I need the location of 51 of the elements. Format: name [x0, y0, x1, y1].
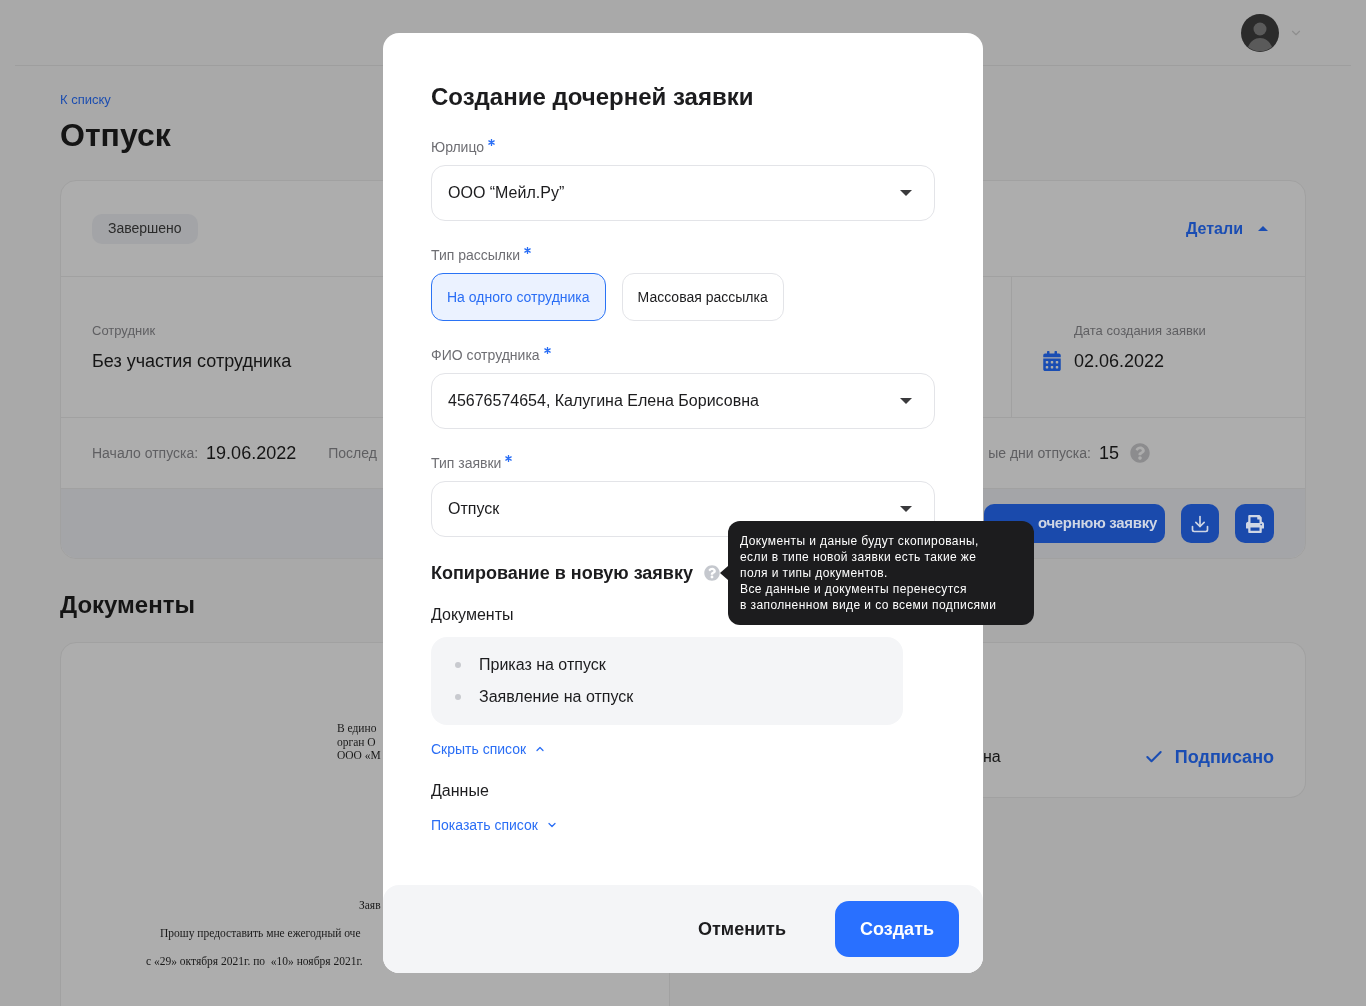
field-label: Юрлицо	[431, 138, 485, 157]
field-label: Послед	[328, 444, 377, 463]
toggle-list-link[interactable]: Скрыть список	[431, 739, 547, 759]
document-name: на	[983, 747, 1001, 767]
option-button[interactable]: Массовая рассылка	[621, 273, 784, 321]
section-title: Копирование в новую заявку	[431, 562, 693, 585]
field-value: Без участия сотрудника	[92, 350, 292, 373]
field-label: Начало отпуска:	[92, 444, 199, 463]
field-label: ые дни отпуска:	[988, 444, 1091, 463]
page-title: Отпуск	[60, 116, 171, 155]
select-field[interactable]: 45676574654, Калугина Елена Борисовна	[431, 373, 935, 429]
modal-title: Создание дочерней заявки	[431, 83, 754, 111]
section-title: Документы	[60, 590, 195, 620]
signature-status: Подписано	[1174, 746, 1274, 769]
field-label: ФИО сотрудника	[431, 346, 540, 365]
status-badge: Завершено	[92, 213, 198, 244]
caret-down-icon	[900, 506, 912, 512]
field-value: 19.06.2022	[206, 442, 297, 465]
download-button[interactable]	[1181, 504, 1219, 543]
document-heading: Заяв	[359, 897, 381, 912]
caret-down-icon	[900, 398, 912, 404]
field-value: 02.06.2022	[1074, 350, 1165, 373]
group-title: Данные	[431, 781, 489, 801]
document-text: орган О	[337, 735, 376, 749]
select-field[interactable]: ООО “Мейл.Ру”	[431, 165, 935, 221]
bullet-icon	[455, 694, 461, 700]
caret-down-icon	[900, 190, 912, 196]
bullet-icon	[455, 662, 461, 668]
print-icon	[1245, 514, 1264, 533]
create-button[interactable]: Создать	[835, 901, 959, 957]
group-title: Документы	[431, 605, 514, 625]
field-label: Дата создания заявки	[1074, 323, 1206, 339]
option-button[interactable]: На одного сотрудника	[431, 273, 606, 321]
field-label: Сотрудник	[92, 323, 156, 339]
field-label: Тип рассылки	[431, 246, 520, 265]
document-text: В едино	[337, 722, 377, 736]
field-label: Тип заявки	[431, 454, 502, 473]
details-link[interactable]: Детали	[1186, 216, 1268, 241]
back-link[interactable]: К списку	[60, 92, 111, 108]
cancel-button[interactable]: Отменить	[674, 901, 810, 957]
calendar-icon	[1042, 351, 1062, 371]
toggle-list-link[interactable]: Показать список	[431, 815, 558, 835]
document-text: ООО «М	[337, 749, 381, 763]
document-text: с «29» октября 2021г. по «10» ноября 2021г.	[146, 953, 363, 968]
document-text: Прошу предоставить мне ежегодный оче	[160, 925, 361, 940]
list-item: Заявление на отпуск	[479, 687, 634, 707]
print-button[interactable]	[1235, 504, 1274, 543]
download-icon	[1190, 513, 1210, 534]
field-value: 15	[1098, 442, 1119, 465]
avatar-icon[interactable]	[1241, 13, 1279, 52]
list-item: Приказ на отпуск	[479, 655, 606, 675]
